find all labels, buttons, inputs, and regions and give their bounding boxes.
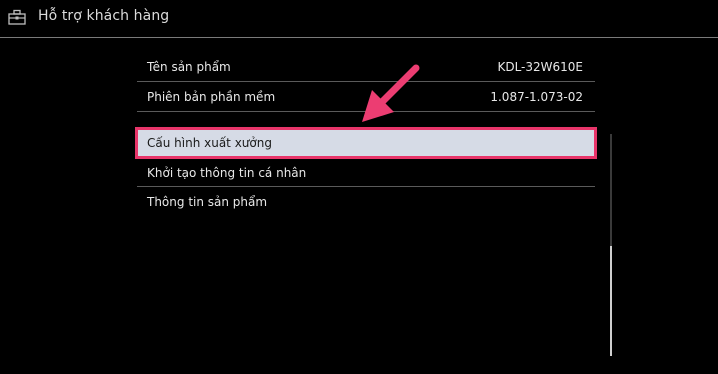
menu-item-reset-personal-info[interactable]: Khởi tạo thông tin cá nhân (137, 159, 595, 187)
header-divider (0, 37, 718, 38)
menu-item-label: Khởi tạo thông tin cá nhân (147, 166, 307, 180)
toolbox-icon (8, 9, 26, 25)
row-divider (137, 186, 595, 187)
menu-item-product-info[interactable]: Thông tin sản phẩm (137, 188, 595, 216)
header-bar: Hỗ trợ khách hàng (0, 0, 718, 37)
scrollbar[interactable] (610, 134, 612, 356)
software-version-value: 1.087-1.073-02 (490, 90, 583, 104)
menu-item-factory-settings[interactable]: Cấu hình xuất xưởng (135, 127, 597, 159)
product-name-label: Tên sản phẩm (147, 60, 231, 74)
software-version-label: Phiên bản phần mềm (147, 90, 276, 104)
scrollbar-thumb[interactable] (610, 246, 612, 356)
pointer-arrow-icon (362, 64, 420, 122)
product-name-value: KDL-32W610E (497, 60, 583, 74)
page-title: Hỗ trợ khách hàng (38, 8, 170, 24)
menu-item-label: Thông tin sản phẩm (147, 195, 268, 209)
menu-item-label: Cấu hình xuất xưởng (147, 136, 272, 150)
